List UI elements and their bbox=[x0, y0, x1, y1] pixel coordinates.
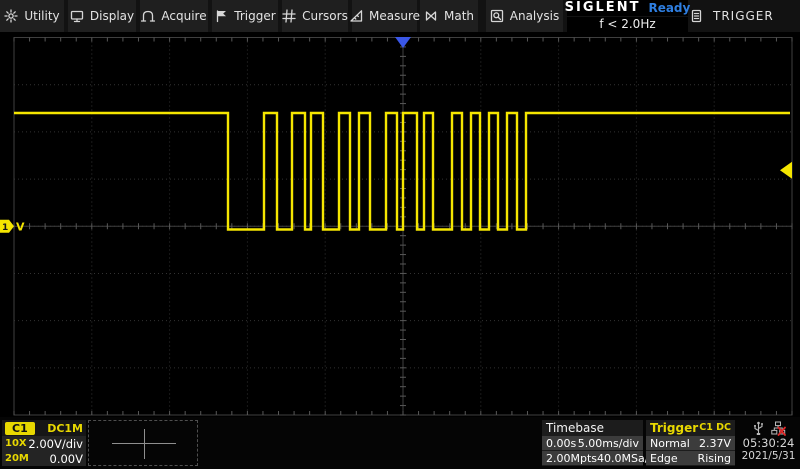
display-icon bbox=[70, 9, 84, 23]
volts-per-div: 2.00V/div bbox=[28, 437, 83, 451]
trigger-frequency-readout: f < 2.0Hz bbox=[567, 17, 688, 33]
menu-trigger-label: Trigger bbox=[234, 9, 275, 23]
trigger-delay: 0.00s bbox=[546, 437, 576, 450]
menu-utility-label: Utility bbox=[24, 9, 59, 23]
menu-measure[interactable]: Measure bbox=[352, 0, 417, 32]
active-menu-indicator[interactable]: TRIGGER bbox=[690, 0, 780, 32]
top-menu-bar: Utility Display Acquire Trigger bbox=[0, 0, 800, 32]
menu-acquire-label: Acquire bbox=[161, 9, 206, 23]
time-per-div: 5.00ms/div bbox=[578, 437, 639, 450]
trigger-position-marker[interactable] bbox=[395, 37, 411, 48]
system-date: 2021/5/31 bbox=[742, 450, 796, 463]
channel-offset: 0.00V bbox=[50, 452, 83, 466]
add-channel-box[interactable] bbox=[88, 420, 198, 466]
siglent-logo: SIGLENT bbox=[565, 0, 641, 15]
trigger-source: C1 DC bbox=[699, 422, 731, 433]
menu-math[interactable]: Math bbox=[420, 0, 478, 32]
trigger-mode: Normal bbox=[650, 437, 690, 450]
channel-header: C1 DC1M bbox=[2, 420, 86, 436]
trigger-mode-row: Normal 2.37V bbox=[646, 436, 735, 450]
channel-coupling: DC1M bbox=[47, 422, 83, 435]
channel-descriptor-c1[interactable]: C1 DC1M 10X 2.00V/div 20M 0.00V bbox=[2, 420, 86, 466]
menu-measure-label: Measure bbox=[369, 9, 420, 23]
trigger-descriptor[interactable]: Trigger C1 DC Normal 2.37V Edge Rising bbox=[646, 420, 735, 466]
menu-cursors-label: Cursors bbox=[302, 9, 348, 23]
menu-math-label: Math bbox=[444, 9, 474, 23]
channel-marker-aux-label: V bbox=[16, 220, 25, 233]
menu-analysis-label: Analysis bbox=[510, 9, 559, 23]
channel-scale-row: 10X 2.00V/div bbox=[2, 436, 86, 451]
bandwidth-limit: 20M bbox=[5, 453, 29, 464]
graticule-area: 1V bbox=[0, 32, 800, 417]
brand-top-row: SIGLENT Ready bbox=[567, 0, 688, 16]
math-icon bbox=[424, 9, 438, 23]
channel-marker-label: 1 bbox=[2, 223, 8, 233]
menu-display-label: Display bbox=[90, 9, 134, 23]
trigger-header: Trigger C1 DC bbox=[646, 420, 735, 435]
timebase-header: Timebase bbox=[542, 420, 643, 435]
trigger-slope: Rising bbox=[698, 452, 731, 465]
trigger-level: 2.37V bbox=[699, 437, 731, 450]
oscilloscope-screen: Utility Display Acquire Trigger bbox=[0, 0, 800, 469]
acquisition-status: Ready bbox=[648, 1, 690, 15]
acquire-icon bbox=[141, 9, 155, 23]
timebase-descriptor[interactable]: Timebase 0.00s 5.00ms/div 2.00Mpts 40.0M… bbox=[542, 420, 643, 466]
active-menu-label: TRIGGER bbox=[713, 9, 774, 23]
menu-list-icon bbox=[690, 9, 703, 23]
channel-offset-row: 20M 0.00V bbox=[2, 451, 86, 466]
measure-icon bbox=[349, 9, 363, 23]
trigger-level-marker[interactable] bbox=[780, 162, 792, 179]
system-time: 05:30:24 bbox=[743, 436, 795, 450]
lan-disconnected-icon bbox=[771, 421, 786, 436]
system-status-area: 05:30:24 2021/5/31 bbox=[737, 420, 800, 466]
probe-attenuation: 10X bbox=[5, 438, 27, 449]
bottom-status-bar: C1 DC1M 10X 2.00V/div 20M 0.00V Timebase… bbox=[0, 417, 800, 469]
gear-icon bbox=[4, 9, 18, 23]
memory-depth: 2.00Mpts bbox=[546, 452, 597, 465]
status-icons bbox=[752, 420, 786, 436]
cursors-icon bbox=[282, 9, 296, 23]
c1-waveform-trace bbox=[14, 113, 790, 230]
timebase-sample-row: 2.00Mpts 40.0MSa/s bbox=[542, 451, 643, 465]
usb-icon bbox=[752, 421, 765, 436]
analysis-icon bbox=[490, 9, 504, 23]
menu-trigger[interactable]: Trigger bbox=[212, 0, 278, 32]
waveform-display: 1V bbox=[0, 32, 800, 417]
timebase-title: Timebase bbox=[546, 421, 604, 435]
menu-cursors[interactable]: Cursors bbox=[282, 0, 348, 32]
trigger-title: Trigger bbox=[650, 421, 698, 435]
menu-analysis[interactable]: Analysis bbox=[486, 0, 563, 32]
plus-icon bbox=[144, 429, 145, 459]
trigger-type-row: Edge Rising bbox=[646, 451, 735, 465]
menu-display[interactable]: Display bbox=[68, 0, 136, 32]
channel-badge: C1 bbox=[5, 422, 35, 435]
menu-utility[interactable]: Utility bbox=[0, 0, 64, 32]
brand-block: SIGLENT Ready f < 2.0Hz bbox=[567, 0, 688, 32]
trigger-type: Edge bbox=[650, 452, 678, 465]
menu-acquire[interactable]: Acquire bbox=[140, 0, 208, 32]
flag-icon bbox=[214, 9, 228, 23]
timebase-scale-row: 0.00s 5.00ms/div bbox=[542, 436, 643, 450]
